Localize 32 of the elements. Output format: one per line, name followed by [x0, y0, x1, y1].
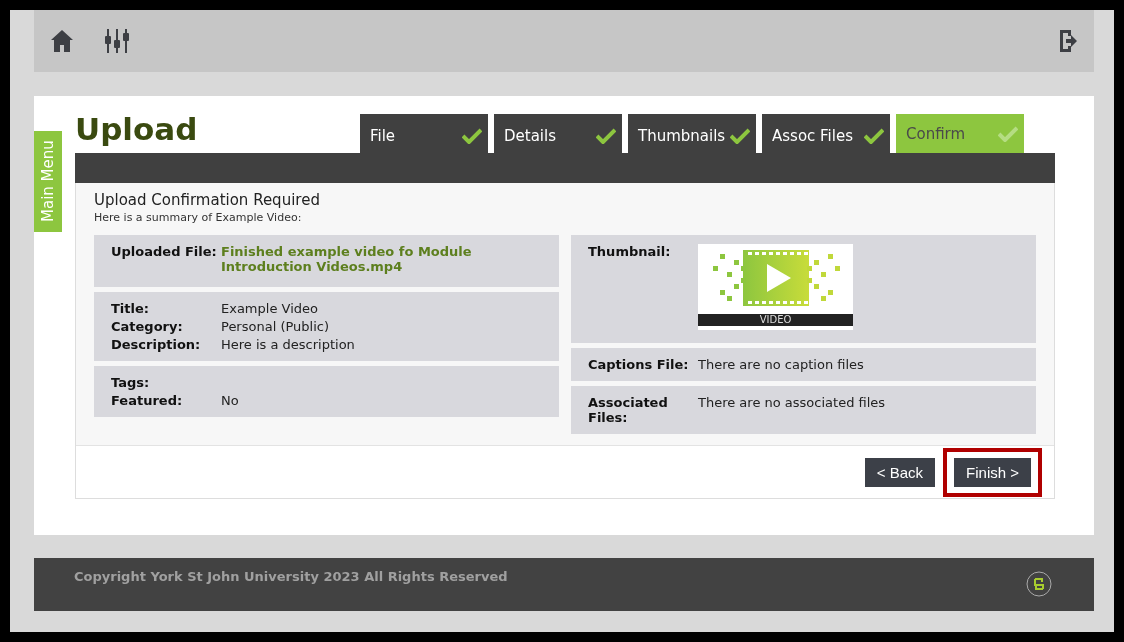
summary-text: Here is a summary of Example Video:: [94, 211, 303, 224]
field-label: Captions File:: [588, 357, 690, 372]
field-label: Featured:: [111, 393, 184, 408]
step-tab[interactable]: Assoc Files: [762, 114, 890, 153]
field-value: There are no associated files: [698, 395, 886, 412]
step-tab[interactable]: File: [360, 114, 488, 153]
copyright-text: Copyright York St John University 2023 All Rights Reserved: [74, 569, 508, 584]
nav-button[interactable]: Finish >: [954, 457, 1031, 487]
home-icon[interactable]: [50, 28, 74, 54]
field-label: Associated Files:: [588, 395, 669, 425]
sliders-icon[interactable]: [104, 28, 130, 54]
page-title: Upload: [75, 114, 199, 145]
step-tab[interactable]: Confirm: [896, 114, 1024, 153]
field-value: Example Video: [221, 301, 318, 316]
field-value: No: [221, 393, 239, 408]
field-label: Category:: [111, 319, 184, 334]
logout-icon[interactable]: [1058, 28, 1078, 54]
step-tab[interactable]: Details: [494, 114, 622, 153]
nav-button[interactable]: < Back: [864, 457, 936, 487]
thumbnail-caption: VIDEO: [698, 314, 853, 326]
field-value: Finished example video fo Module Introduction Videos.mp4: [221, 244, 473, 276]
field-label: Uploaded File:: [111, 244, 218, 261]
field-value: Personal (Public): [221, 319, 329, 334]
confirmation-heading: Upload Confirmation Required: [94, 191, 321, 209]
field-value: There are no caption files: [698, 357, 864, 372]
field-label: Tags:: [111, 375, 151, 390]
logo-icon: [1026, 571, 1052, 597]
step-tab[interactable]: Thumbnails: [628, 114, 756, 153]
field-label: Thumbnail:: [588, 244, 672, 261]
field-value: Here is a description: [221, 337, 355, 352]
field-label: Title:: [111, 301, 150, 316]
field-label: Description:: [111, 337, 202, 352]
